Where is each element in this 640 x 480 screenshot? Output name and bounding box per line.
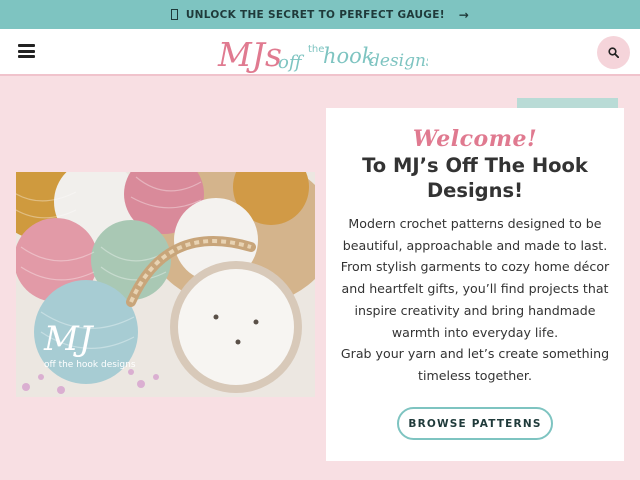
arrow-right-icon[interactable]: →: [459, 8, 469, 22]
logo-mjs: MJs: [217, 35, 282, 74]
site-header: MJs off the hook designs: [0, 29, 640, 76]
welcome-script-heading: Welcome!: [412, 126, 538, 152]
welcome-paragraph: Modern crochet patterns designed to be b…: [340, 216, 610, 340]
logo-the: the: [308, 44, 324, 55]
logo-hook: hook: [323, 44, 375, 68]
welcome-card: Welcome! To MJ’s Off The Hook Designs! M…: [326, 108, 624, 461]
yarn-photo: MJ off the hook designs: [16, 172, 315, 397]
logo-designs: designs: [369, 51, 428, 71]
site-logo[interactable]: MJs off the hook designs: [214, 32, 428, 74]
welcome-title: To MJ’s Off The Hook Designs!: [362, 154, 588, 202]
hero-image: MJ off the hook designs: [16, 172, 315, 397]
watermark-mj: MJ: [43, 319, 95, 359]
welcome-paragraph-2: Grab your yarn and let’s create somethin…: [340, 346, 610, 383]
menu-icon[interactable]: [18, 44, 35, 58]
promo-bar[interactable]: UNLOCK THE SECRET TO PERFECT GAUGE! →: [0, 0, 640, 29]
search-button[interactable]: [597, 36, 630, 69]
logo-off: off: [278, 52, 305, 73]
search-icon: [608, 47, 619, 58]
image-placeholder-icon: [170, 9, 178, 20]
promo-text[interactable]: UNLOCK THE SECRET TO PERFECT GAUGE!: [186, 9, 445, 21]
welcome-body: Modern crochet patterns designed to be b…: [340, 213, 610, 387]
browse-patterns-button[interactable]: BROWSE PATTERNS: [397, 407, 553, 440]
watermark-sub: off the hook designs: [44, 360, 136, 370]
